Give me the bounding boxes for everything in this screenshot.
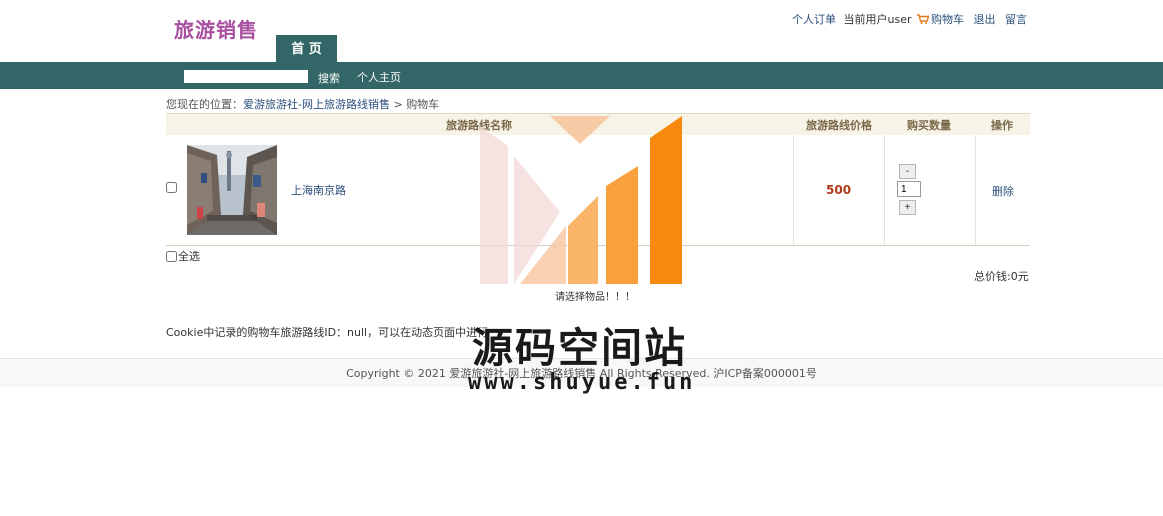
select-all[interactable]: 全选 <box>166 248 200 264</box>
select-all-checkbox[interactable] <box>166 251 177 262</box>
column-divider <box>793 135 794 245</box>
quantity-input[interactable] <box>897 181 921 197</box>
current-user: 当前用户user <box>843 13 912 26</box>
breadcrumb-separator: > <box>389 98 407 111</box>
personal-home-link[interactable]: 个人主页 <box>357 69 401 85</box>
cart-icon <box>917 14 929 24</box>
breadcrumb-site-link[interactable]: 爱游旅游社-网上旅游路线销售 <box>243 98 390 111</box>
total-price: 总价钱:0元 <box>974 270 1029 283</box>
select-all-label: 全选 <box>178 250 200 263</box>
route-name-link[interactable]: 上海南京路 <box>291 182 346 198</box>
quantity-decrease-button[interactable]: - <box>899 164 916 179</box>
row-checkbox[interactable] <box>166 182 177 193</box>
street-photo <box>187 145 277 235</box>
watermark-url: www.shuyue.fun <box>468 370 696 395</box>
column-divider <box>975 135 976 245</box>
breadcrumb-current: 购物车 <box>406 98 440 111</box>
message-link[interactable]: 留言 <box>1005 13 1027 26</box>
top-links: 个人订单 当前用户user 购物车 退出 留言 <box>786 11 1027 27</box>
route-price: 500 <box>826 183 852 197</box>
header-quantity: 购买数量 <box>907 119 951 132</box>
header-route-price: 旅游路线价格 <box>806 119 872 132</box>
route-thumbnail[interactable] <box>187 145 277 235</box>
site-logo[interactable]: 旅游销售 <box>174 14 258 43</box>
breadcrumb: 您现在的位置：爱游旅游社-网上旅游路线销售 > 购物车 <box>166 96 439 112</box>
nav-bar <box>0 62 1163 89</box>
search-input[interactable] <box>184 70 308 83</box>
header-action: 操作 <box>991 119 1013 132</box>
column-divider <box>884 135 885 245</box>
quantity-increase-button[interactable]: + <box>899 200 916 215</box>
select-items-message: 请选择物品！！！ <box>555 292 635 303</box>
search-button[interactable]: 搜索 <box>318 70 340 86</box>
logout-link[interactable]: 退出 <box>974 13 996 26</box>
tab-home[interactable]: 首 页 <box>276 35 337 62</box>
delete-link[interactable]: 删除 <box>992 183 1014 199</box>
cart-link[interactable]: 购物车 <box>931 13 964 26</box>
watermark-logo-icon <box>480 116 682 284</box>
breadcrumb-prefix: 您现在的位置： <box>166 98 243 111</box>
orders-link[interactable]: 个人订单 <box>792 13 836 26</box>
cookie-note: Cookie中记录的购物车旅游路线ID：null，可以在动态页面中进行 <box>166 326 489 339</box>
watermark-text: 源码空间站 <box>472 324 687 372</box>
